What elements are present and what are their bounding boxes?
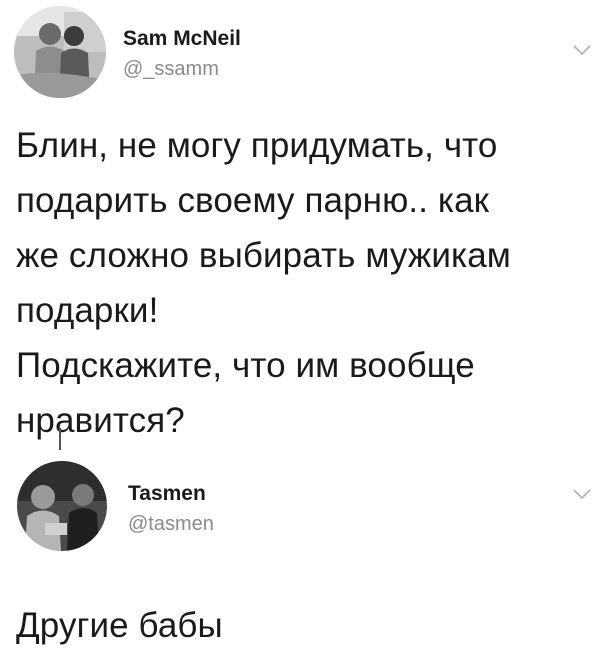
tweet-text: Другие бабы: [16, 606, 223, 645]
author-display-name[interactable]: Tasmen: [128, 482, 206, 506]
tweet-sam-mcneil: Sam McNeil @_ssamm Блин, не могу придума…: [0, 0, 614, 440]
author-display-name[interactable]: Sam McNeil: [123, 27, 241, 51]
tasmen-avatar-icon[interactable]: [17, 461, 107, 551]
tweet-tasmen: Tasmen @tasmen Другие бабы: [0, 455, 614, 660]
author-handle[interactable]: @_ssamm: [123, 58, 219, 81]
chevron-down-icon[interactable]: [572, 488, 592, 500]
tweet-text: Блин, не могу придумать, что подарить св…: [16, 126, 511, 440]
chevron-down-icon[interactable]: [572, 44, 592, 56]
sam-avatar-icon[interactable]: [14, 6, 106, 98]
author-handle[interactable]: @tasmen: [128, 513, 214, 536]
thread-connector: [59, 428, 61, 450]
